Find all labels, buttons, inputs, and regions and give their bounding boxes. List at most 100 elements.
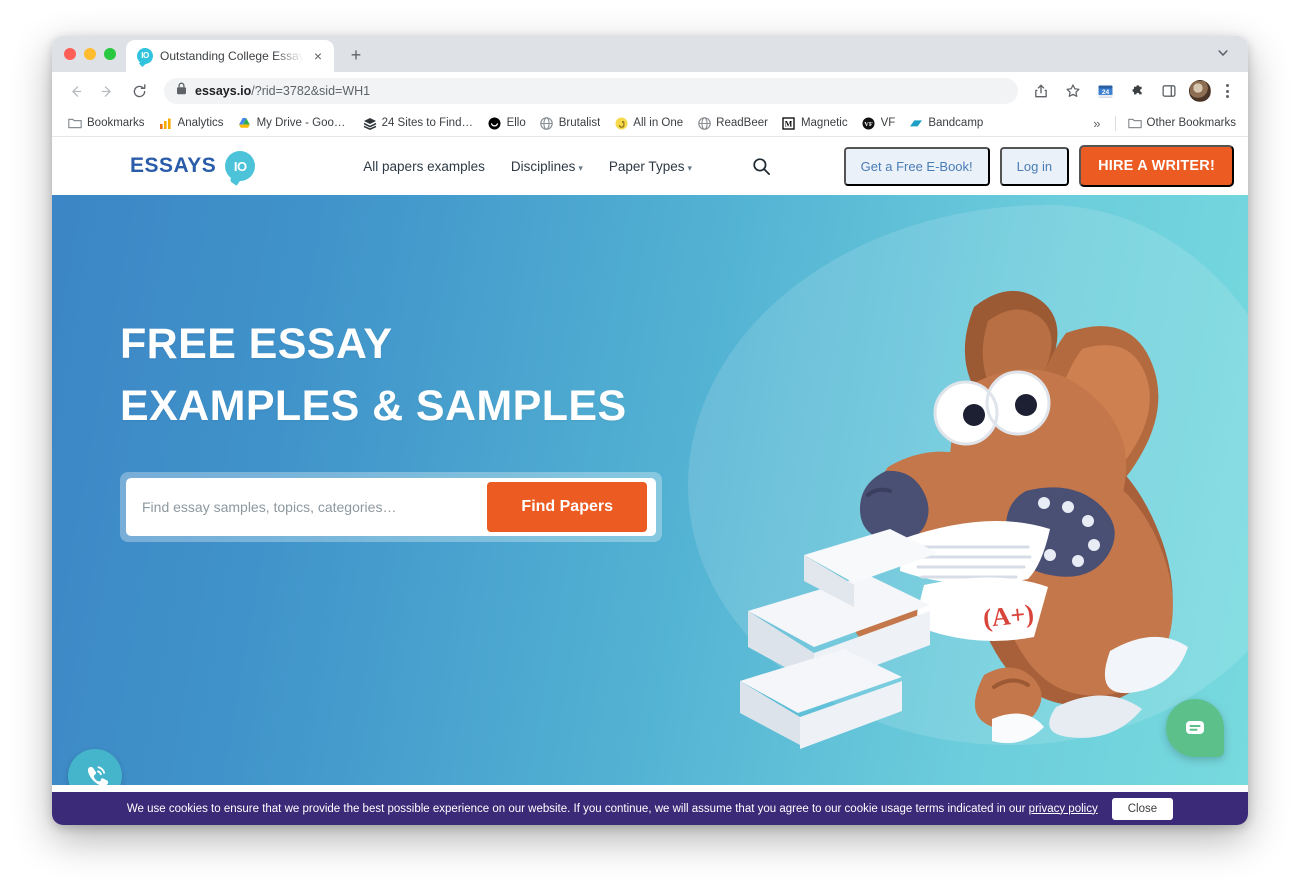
other-bookmarks-label: Other Bookmarks bbox=[1146, 117, 1236, 129]
folder-icon bbox=[1127, 116, 1142, 130]
chevron-down-icon[interactable] bbox=[1210, 40, 1236, 66]
window-traffic-lights bbox=[60, 36, 126, 72]
google-drive-icon bbox=[238, 116, 252, 130]
analytics-bars-icon bbox=[159, 116, 173, 130]
bookmark-item[interactable]: Ello bbox=[482, 113, 532, 133]
chevron-down-icon: ▾ bbox=[578, 162, 583, 173]
avatar[interactable] bbox=[1189, 80, 1211, 102]
minimize-window-button[interactable] bbox=[84, 48, 96, 60]
bookmark-label: All in One bbox=[633, 117, 684, 129]
phone-call-icon[interactable] bbox=[68, 749, 122, 785]
bookmark-star-icon[interactable] bbox=[1058, 76, 1088, 106]
close-icon[interactable]: × bbox=[310, 48, 326, 64]
lock-icon bbox=[176, 82, 187, 100]
login-button[interactable]: Log in bbox=[999, 146, 1070, 186]
svg-text:(A+): (A+) bbox=[982, 599, 1036, 633]
bookmark-item[interactable]: ReadBeer bbox=[691, 113, 774, 133]
hero-search-inner: Find Papers bbox=[126, 477, 656, 536]
share-icon[interactable] bbox=[1026, 76, 1056, 106]
main-nav: All papers examples Disciplines ▾ Paper T… bbox=[363, 157, 771, 176]
logo-wordmark: ESSAYS bbox=[130, 154, 217, 177]
bookmark-label: Ello bbox=[506, 117, 526, 129]
logo-bubble-icon: IO bbox=[225, 151, 256, 181]
tab-title: Outstanding College Essay Exa bbox=[160, 49, 303, 63]
nav-paper-types-label: Paper Types bbox=[608, 158, 685, 174]
bookmark-item[interactable]: VF VF bbox=[856, 113, 902, 133]
page-title: FREE ESSAY EXAMPLES & SAMPLES bbox=[120, 313, 1248, 438]
hero-title-line-2: EXAMPLES & SAMPLES bbox=[120, 382, 627, 431]
nav-disciplines-label: Disciplines bbox=[510, 158, 576, 174]
globe-icon bbox=[540, 116, 554, 130]
nav-item-disciplines[interactable]: Disciplines ▾ bbox=[511, 159, 583, 174]
find-papers-button[interactable]: Find Papers bbox=[487, 481, 647, 532]
bookmarks-bar: Bookmarks Analytics My Drive - Google...… bbox=[52, 110, 1248, 137]
chat-bubble-icon[interactable] bbox=[1166, 699, 1224, 757]
globe-icon bbox=[697, 116, 711, 130]
reload-icon[interactable] bbox=[124, 76, 154, 106]
browser-window: IO Outstanding College Essay Exa × + bbox=[52, 36, 1248, 825]
page-viewport: ESSAYS IO All papers examples Discipline… bbox=[52, 137, 1248, 825]
hero-title-line-1: FREE ESSAY bbox=[120, 320, 393, 368]
layers-icon bbox=[363, 116, 377, 130]
bookmark-item[interactable]: M Magnetic bbox=[776, 113, 854, 133]
bookmark-label: Bandcamp bbox=[928, 117, 984, 129]
close-window-button[interactable] bbox=[64, 48, 76, 60]
browser-tab[interactable]: IO Outstanding College Essay Exa × bbox=[126, 40, 334, 72]
bookmark-item[interactable]: All in One bbox=[608, 113, 689, 133]
browser-toolbar: essays.io/?rid=3782&sid=WH1 24 bbox=[52, 72, 1248, 110]
bookmark-label: Bookmarks bbox=[87, 117, 145, 129]
puzzle-icon[interactable] bbox=[1122, 76, 1152, 106]
bookmark-item[interactable]: Analytics bbox=[153, 113, 230, 133]
hire-a-writer-button[interactable]: HIRE A WRITER! bbox=[1079, 145, 1234, 187]
forward-icon[interactable] bbox=[92, 76, 122, 106]
bandcamp-icon bbox=[909, 116, 923, 130]
address-bar[interactable]: essays.io/?rid=3782&sid=WH1 bbox=[164, 78, 1018, 104]
extension-24-icon[interactable]: 24 bbox=[1090, 76, 1120, 106]
svg-text:M: M bbox=[785, 119, 793, 128]
back-icon[interactable] bbox=[60, 76, 90, 106]
vf-circle-icon: VF bbox=[862, 116, 876, 130]
cookie-close-button[interactable]: Close bbox=[1111, 797, 1174, 820]
hero-search-box: Find Papers bbox=[120, 471, 662, 542]
m-square-icon: M bbox=[782, 116, 796, 130]
svg-text:24: 24 bbox=[1101, 88, 1109, 95]
three-dot-menu-icon[interactable] bbox=[1216, 84, 1238, 98]
bookmarks-overflow-button[interactable]: » bbox=[1085, 114, 1108, 133]
essays-io-favicon: IO bbox=[137, 48, 153, 64]
maximize-window-button[interactable] bbox=[104, 48, 116, 60]
site-logo[interactable]: ESSAYS IO bbox=[130, 151, 256, 181]
bookmark-label: VF bbox=[880, 117, 896, 129]
cookie-message: We use cookies to ensure that we provide… bbox=[127, 803, 1098, 815]
new-tab-button[interactable]: + bbox=[342, 41, 370, 69]
bookmark-item[interactable]: Bandcamp bbox=[903, 113, 989, 133]
hero-section: (A+) FREE ESSAY EXAMPLES & SAMPLES Find … bbox=[52, 195, 1248, 785]
bookmark-item[interactable]: My Drive - Google... bbox=[232, 113, 355, 133]
logo-bubble-label: IO bbox=[233, 158, 247, 174]
other-bookmarks-button[interactable]: Other Bookmarks bbox=[1122, 113, 1242, 133]
side-panel-icon[interactable] bbox=[1154, 76, 1184, 106]
search-icon[interactable] bbox=[752, 157, 771, 176]
get-free-ebook-button[interactable]: Get a Free E-Book! bbox=[843, 146, 990, 186]
cookie-message-text: We use cookies to ensure that we provide… bbox=[126, 802, 1026, 815]
bookmark-label: Brutalist bbox=[558, 117, 601, 129]
bookmark-label: Magnetic bbox=[800, 117, 848, 129]
cookie-consent-bar: We use cookies to ensure that we provide… bbox=[52, 792, 1248, 825]
bookmarks-divider bbox=[1114, 115, 1116, 131]
header-actions: Get a Free E-Book! Log in HIRE A WRITER! bbox=[843, 145, 1234, 187]
search-input[interactable] bbox=[126, 498, 488, 515]
bookmark-label: Analytics bbox=[177, 117, 224, 129]
hero-content: FREE ESSAY EXAMPLES & SAMPLES Find Paper… bbox=[52, 195, 1248, 542]
bookmark-item[interactable]: Bookmarks bbox=[62, 113, 151, 133]
bookmark-label: 24 Sites to Find Fr... bbox=[381, 117, 474, 129]
privacy-policy-link[interactable]: privacy policy bbox=[1029, 803, 1098, 815]
bookmark-item[interactable]: 24 Sites to Find Fr... bbox=[357, 113, 480, 133]
nav-item-paper-types[interactable]: Paper Types ▾ bbox=[609, 159, 692, 174]
nav-item-all-papers-examples[interactable]: All papers examples bbox=[363, 159, 485, 174]
url-path: /?rid=3782&sid=WH1 bbox=[251, 84, 371, 98]
svg-text:VF: VF bbox=[864, 121, 873, 128]
hand-icon bbox=[614, 116, 628, 130]
ello-circle-icon bbox=[488, 116, 502, 130]
url-domain: essays.io bbox=[195, 84, 252, 98]
bookmark-item[interactable]: Brutalist bbox=[534, 113, 607, 133]
favicon-label: IO bbox=[141, 51, 149, 60]
